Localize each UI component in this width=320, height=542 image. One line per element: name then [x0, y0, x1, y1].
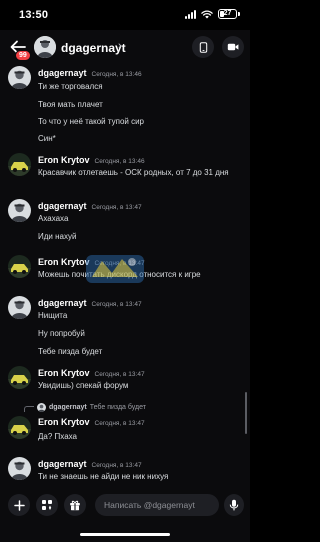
avatar[interactable]	[8, 416, 31, 439]
avatar[interactable]	[8, 255, 31, 278]
phone-icon	[199, 41, 207, 53]
avatar	[37, 402, 46, 412]
message-meta: dgagernayt Сегодня, в 13:47	[38, 298, 142, 308]
message-text: Да? Пхаха	[38, 432, 78, 441]
message-text: Ну попробуй	[38, 329, 85, 338]
message-input[interactable]	[104, 500, 210, 510]
author-name[interactable]: dgagernayt	[38, 201, 87, 211]
timestamp: Сегодня, в 13:47	[91, 301, 142, 308]
author-name[interactable]: Eron Krytov	[38, 368, 90, 378]
author-name[interactable]: dgagernayt	[38, 68, 87, 78]
chat-header: 99 dgagernayt ›	[0, 30, 250, 62]
voice-call-button[interactable]	[192, 36, 214, 58]
apps-icon	[42, 500, 52, 510]
status-bar: 13:50 27	[0, 0, 250, 30]
battery-icon: 27	[218, 9, 240, 19]
unread-badge: 99	[15, 50, 31, 61]
avatar[interactable]	[34, 36, 56, 58]
home-indicator[interactable]	[80, 533, 170, 536]
message-text: Син*	[38, 134, 56, 143]
voice-message-button[interactable]	[224, 494, 244, 516]
message-meta: dgagernayt Сегодня, в 13:47	[38, 459, 142, 469]
timestamp: Сегодня, в 13:47	[94, 371, 145, 378]
message-input-wrapper	[95, 494, 219, 516]
author-name[interactable]: dgagernayt	[38, 298, 87, 308]
avatar[interactable]	[8, 199, 31, 222]
author-name[interactable]: Eron Krytov	[38, 155, 90, 165]
message-text: Ти не знаешь не айди не ник нихуя	[38, 472, 169, 481]
message-text: Твоя мать плачет	[38, 100, 103, 109]
message-meta: Eron Krytov Сегодня, в 13:46	[38, 155, 145, 165]
avatar[interactable]	[8, 366, 31, 389]
sticker-overlay-image	[86, 255, 144, 283]
timestamp: Сегодня, в 13:47	[94, 420, 145, 427]
status-icons: 27	[185, 9, 240, 19]
message-text: Ахахаха	[38, 214, 69, 223]
video-camera-icon	[227, 43, 239, 51]
timestamp: Сегодня, в 13:46	[94, 158, 145, 165]
status-time: 13:50	[19, 9, 49, 21]
message-text: Увидишь) спекай форум	[38, 381, 129, 390]
message-list[interactable]: dgagernayt Сегодня, в 13:46 Ти же торгов…	[0, 62, 250, 486]
avatar[interactable]	[8, 457, 31, 480]
avatar[interactable]	[8, 153, 31, 176]
message-text: Ти же торговался	[38, 82, 103, 91]
discord-dm-screen: 13:50 27 99 dgagernayt › dgagernayt Сего…	[0, 0, 250, 542]
message-meta: Eron Krytov Сегодня, в 13:47	[38, 417, 145, 427]
chat-title[interactable]: dgagernayt	[61, 41, 126, 55]
reply-text: Тебе пизда будет	[89, 403, 146, 411]
plus-icon	[13, 499, 25, 511]
reply-preview[interactable]: dgagernayt Тебе пизда будет	[24, 402, 146, 412]
author-name[interactable]: dgagernayt	[38, 459, 87, 469]
author-name[interactable]: Eron Krytov	[38, 417, 90, 427]
timestamp: Сегодня, в 13:46	[91, 71, 142, 78]
wifi-icon	[201, 9, 213, 18]
message-text: Иди нахуй	[38, 232, 77, 241]
message-composer	[0, 486, 250, 526]
scrollbar[interactable]	[245, 392, 247, 434]
message-text: Нищита	[38, 311, 68, 320]
message-text: То что у неё такой тупой сир	[38, 117, 145, 126]
microphone-icon	[229, 499, 239, 511]
timestamp: Сегодня, в 13:47	[91, 462, 142, 469]
video-call-button[interactable]	[222, 36, 244, 58]
reply-author: dgagernayt	[49, 403, 87, 411]
message-meta: dgagernayt Сегодня, в 13:46	[38, 68, 142, 78]
avatar[interactable]	[8, 66, 31, 89]
add-attachment-button[interactable]	[8, 494, 30, 516]
avatar[interactable]	[8, 296, 31, 319]
timestamp: Сегодня, в 13:47	[91, 204, 142, 211]
message-meta: dgagernayt Сегодня, в 13:47	[38, 201, 142, 211]
message-text: Красавчик отлетаешь - ОСК родных, от 7 д…	[38, 168, 229, 177]
reply-connector	[24, 406, 34, 412]
gift-icon	[70, 500, 80, 511]
message-meta: Eron Krytov Сегодня, в 13:47	[38, 368, 145, 378]
message-text: Тебе пизда будет	[38, 347, 103, 356]
cellular-signal-icon	[185, 9, 196, 19]
battery-level: 27	[223, 10, 232, 17]
apps-button[interactable]	[36, 494, 58, 516]
gift-button[interactable]	[64, 494, 86, 516]
chevron-right-icon[interactable]: ›	[118, 40, 122, 52]
